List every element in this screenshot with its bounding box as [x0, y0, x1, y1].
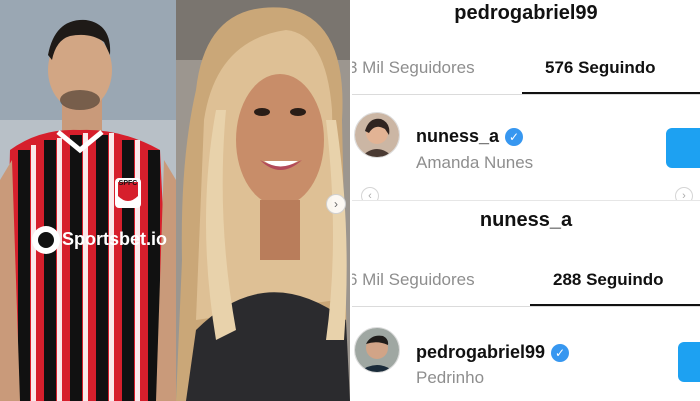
sponsor-text: Sportsbet.io: [62, 229, 168, 249]
list-item-handle[interactable]: nuness_a ✓: [416, 126, 524, 147]
avatar[interactable]: [354, 327, 400, 373]
woman-illustration: [176, 0, 350, 401]
chevron-right-icon[interactable]: ›: [326, 194, 346, 214]
list-item-name: Amanda Nunes: [416, 153, 534, 172]
list-item-name: Pedrinho: [416, 368, 485, 387]
tab-followers[interactable]: 6 Mil Seguidores: [352, 270, 475, 290]
profile-panel-nuness_a: nuness_a 6 Mil Seguidores 288 Seguindo p…: [352, 201, 700, 401]
tabs-divider: [352, 306, 700, 307]
club-badge-text: SPFC: [118, 180, 138, 187]
verified-badge-icon: ✓: [505, 127, 524, 146]
list-item-handle[interactable]: pedrogabriel99 ✓: [416, 342, 570, 363]
player-illustration: [0, 0, 176, 401]
tab-following[interactable]: 576 Seguindo: [545, 58, 656, 78]
woman-photo: ›: [176, 0, 350, 401]
tab-followers[interactable]: 3 Mil Seguidores: [352, 58, 475, 78]
follow-button[interactable]: [666, 128, 700, 168]
profile-username: nuness_a: [479, 209, 573, 231]
avatar[interactable]: [354, 112, 400, 158]
player-photo: Sportsbet.io SPFC: [0, 0, 176, 401]
follow-button[interactable]: [678, 342, 700, 382]
tab-following[interactable]: 288 Seguindo: [553, 270, 664, 290]
chevron-left-icon[interactable]: ‹: [361, 187, 379, 200]
chevron-right-icon[interactable]: ›: [675, 187, 693, 200]
tabs-divider: [352, 94, 700, 95]
verified-badge-icon: ✓: [551, 343, 570, 362]
profile-panel-pedrogabriel99: pedrogabriel99 3 Mil Seguidores 576 Segu…: [352, 0, 700, 200]
list-item-handle-text: nuness_a: [416, 126, 500, 146]
profile-username: pedrogabriel99: [454, 2, 598, 24]
list-item-handle-text: pedrogabriel99: [416, 342, 546, 362]
